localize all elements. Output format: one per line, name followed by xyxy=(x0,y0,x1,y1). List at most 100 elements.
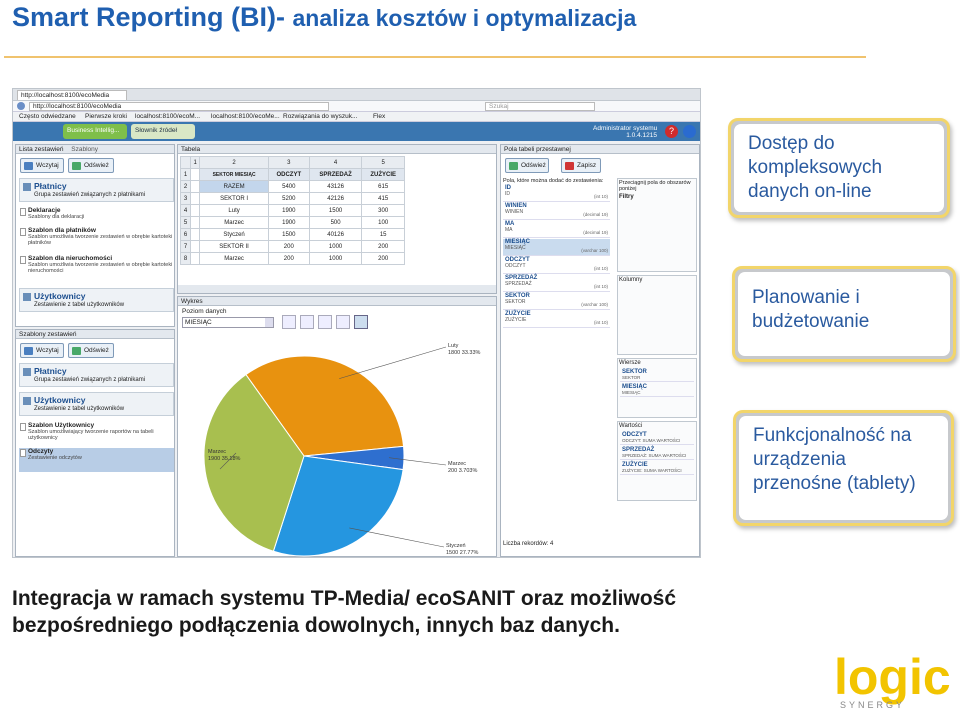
pie-label: 1800 33.33% xyxy=(448,350,481,356)
tab-pola[interactable]: Pola tabeli przestawnej xyxy=(504,146,571,153)
table-cell: 100 xyxy=(361,216,405,229)
list-item[interactable]: Deklaracje Szablony dla deklaracji xyxy=(20,207,173,220)
list-item[interactable]: Szablon dla nieruchomości Szablon umożliw… xyxy=(20,255,173,274)
table-row[interactable]: 2 RAZEM 5400 43126 615 xyxy=(180,180,405,193)
horizontal-scrollbar[interactable] xyxy=(178,285,496,293)
user-info: Administrator systemu 1.0.4.1215 xyxy=(593,125,657,139)
list-item[interactable]: Szablon Użytkownicy Szablon umożliwiający… xyxy=(20,422,173,441)
table-row[interactable]: 6 Styczeń 1500 40126 15 xyxy=(180,228,405,241)
area-chart-icon[interactable] xyxy=(318,315,332,329)
refresh-fields-button[interactable]: Odśwież xyxy=(505,158,549,173)
callout-planning: Planowanie i budżetowanie xyxy=(732,266,956,362)
field-type: (int 10) xyxy=(593,284,608,289)
field-item[interactable]: SEKTOR SEKTOR (varchar 100) xyxy=(503,293,610,310)
search-input[interactable]: Szukaj xyxy=(485,102,595,111)
list-item-selected[interactable]: Odczyty Zestawienie odczytów xyxy=(19,448,174,472)
group-platnicy[interactable]: Płatnicy Grupa zestawień związanych z pła… xyxy=(19,178,174,202)
row-number: 8 xyxy=(180,252,191,265)
callout-online-data: Dostęp do kompleksowych danych on-line xyxy=(728,118,950,218)
pie-label: Styczeń xyxy=(446,543,466,549)
zone-item[interactable]: ZUŻYCIE ZUŻYCIE: SUMA WARTOŚCI xyxy=(620,461,694,475)
field-item[interactable]: SPRZEDAŻ SPRZEDAŻ (int 10) xyxy=(503,275,610,292)
row-number: 7 xyxy=(180,240,191,253)
tab-lista-zestawien[interactable]: Lista zestawień xyxy=(19,146,63,153)
column-chart-icon[interactable] xyxy=(336,315,350,329)
callout-text: Dostęp do kompleksowych danych on-line xyxy=(734,124,944,212)
pivot-fields-panel: Pola tabeli przestawnej Odśwież Zapisz P… xyxy=(500,144,700,557)
bookmark-item[interactable]: localhost:8100/ecoMe... xyxy=(211,113,280,120)
list-item[interactable]: Szablon dla płatników Szablon umożliwia t… xyxy=(20,227,173,246)
zone-item[interactable]: MIESIĄC MIESIĄC xyxy=(620,383,694,397)
group-uzytkownicy[interactable]: Użytkownicy Zestawienie z tabel użytkowni… xyxy=(19,392,174,416)
table-row[interactable]: 7 SEKTOR II 200 1000 200 xyxy=(180,240,405,253)
pie-chart-icon[interactable] xyxy=(354,315,368,329)
field-type: (int 10) xyxy=(593,266,608,271)
tab-tabela[interactable]: Tabela xyxy=(181,146,200,153)
nav-slownik-zrodel[interactable]: Słownik źródeł xyxy=(131,124,195,139)
browser-tab[interactable]: http://localhost:8100/ecoMedia xyxy=(17,90,127,100)
bookmark-item[interactable]: Pierwsze kroki xyxy=(85,113,127,120)
table-row[interactable]: 1 SEKTOR MIESIĄC ODCZYT SPRZEDAŻ ZUŻYCIE xyxy=(180,168,405,181)
field-item[interactable]: MIESIĄC MIESIĄC (varchar 100) xyxy=(503,239,610,256)
tab-wykres[interactable]: Wykres xyxy=(181,298,203,305)
bar-chart-icon[interactable] xyxy=(282,315,296,329)
pivot-table-panel: Tabela 1 2 3 4 5 1 SEKTOR MIESIĄC ODCZYT SP… xyxy=(177,144,497,294)
field-item[interactable]: ID ID (int 10) xyxy=(503,185,610,202)
table-row[interactable]: 3 SEKTOR I 5200 42126 415 xyxy=(180,192,405,205)
group-uzytkownicy[interactable]: Użytkownicy Zestawienie z tabel użytkowni… xyxy=(19,288,174,312)
pivot-fields-tab: Pola tabeli przestawnej xyxy=(501,145,699,154)
help-icon[interactable]: ? xyxy=(665,125,678,138)
field-list: ID ID (int 10) WINIEN WINIEN (decimal 19) MA MA… xyxy=(501,185,613,335)
filters-zone[interactable]: Przeciągnij pola do obszarów poniżej Fil… xyxy=(617,178,697,272)
values-zone[interactable]: Wartości ODCZYT ODCZYT: SUMA WARTOŚCI SPRZ… xyxy=(617,421,697,501)
tab-szablony[interactable]: Szablony xyxy=(71,146,98,153)
table-cell: SPRZEDAŻ xyxy=(308,168,363,181)
field-item[interactable]: ZUŻYCIE ZUŻYCIE (int 10) xyxy=(503,311,610,328)
chart-panel: Wykres Poziom danych MIESIĄC Luty 1800 33… xyxy=(177,296,497,557)
table-cell: 15 xyxy=(361,228,405,241)
save-button[interactable]: Zapisz xyxy=(561,158,601,173)
refresh-button[interactable]: Odśwież xyxy=(68,158,114,173)
bookmark-item[interactable]: Rozwiązania do wyszuk... xyxy=(283,113,357,120)
table-row[interactable]: 5 Marzec 1900 500 100 xyxy=(180,216,405,229)
pie-label: Luty xyxy=(448,343,459,349)
columns-label: Kolumny xyxy=(619,277,643,283)
report-list-panel: Lista zestawień Szablony Wczytaj Odśwież… xyxy=(15,144,175,327)
load-template-button[interactable]: Wczytaj xyxy=(20,343,64,358)
pie-label: 200 3.703% xyxy=(448,468,477,474)
bookmark-item[interactable]: Flex xyxy=(373,113,385,120)
line-chart-icon[interactable] xyxy=(300,315,314,329)
zone-item[interactable]: ODCZYT ODCZYT: SUMA WARTOŚCI xyxy=(620,431,694,445)
columns-zone[interactable]: Kolumny xyxy=(617,275,697,355)
bookmark-item[interactable]: Często odwiedzane xyxy=(19,113,76,120)
group-platnicy[interactable]: Płatnicy Grupa zestawień związanych z pła… xyxy=(19,363,174,387)
bookmark-item[interactable]: localhost:8100/ecoM... xyxy=(135,113,200,120)
filters-label: Filtry xyxy=(619,194,634,200)
level-select[interactable]: MIESIĄC xyxy=(182,317,274,328)
chart-tab: Wykres xyxy=(178,297,496,306)
table-cell xyxy=(189,180,201,193)
table-row[interactable]: 8 Marzec 200 1000 200 xyxy=(180,252,405,265)
logout-icon[interactable] xyxy=(683,125,696,138)
template-list-tabs: Szablony zestawień xyxy=(16,330,174,339)
row-number: 2 xyxy=(180,180,191,193)
table-cell: 200 xyxy=(267,252,310,265)
url-input[interactable]: http://localhost:8100/ecoMedia xyxy=(29,102,329,111)
refresh-template-button[interactable]: Odśwież xyxy=(68,343,114,358)
row-number: 4 xyxy=(180,204,191,217)
load-button[interactable]: Wczytaj xyxy=(20,158,64,173)
app-nav-bar: Business Intellig... Słownik źródeł Admi… xyxy=(13,122,700,141)
tab-szablony-zestawien[interactable]: Szablony zestawień xyxy=(19,331,76,338)
rows-zone[interactable]: Wiersze SEKTOR SEKTOR MIESIĄC MIESIĄC xyxy=(617,358,697,418)
field-item[interactable]: WINIEN WINIEN (decimal 19) xyxy=(503,203,610,220)
table-row[interactable]: 4 Luty 1900 1500 300 xyxy=(180,204,405,217)
pie-label: 1900 35.18% xyxy=(208,456,241,462)
field-type: (decimal 19) xyxy=(583,230,608,235)
nav-business-intelligence[interactable]: Business Intellig... xyxy=(63,124,127,139)
column-header: 5 xyxy=(361,156,405,169)
field-item[interactable]: ODCZYT ODCZYT (int 10) xyxy=(503,257,610,274)
back-icon[interactable] xyxy=(17,102,25,110)
zone-item[interactable]: SPRZEDAŻ SPRZEDAŻ: SUMA WARTOŚCI xyxy=(620,446,694,460)
zone-item[interactable]: SEKTOR SEKTOR xyxy=(620,368,694,382)
field-item[interactable]: MA MA (decimal 19) xyxy=(503,221,610,238)
